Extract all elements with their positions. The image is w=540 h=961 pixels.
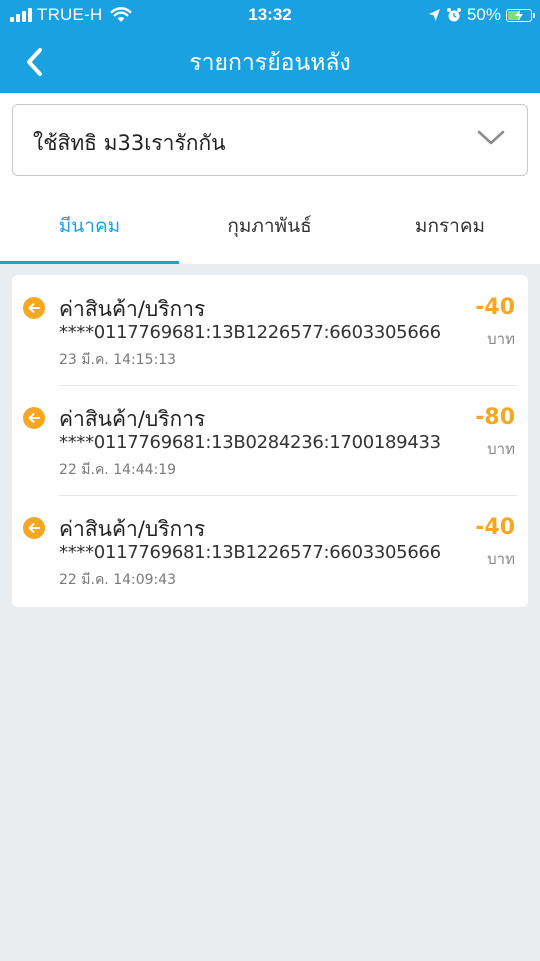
tab-january[interactable]: มกราคม xyxy=(360,188,540,264)
status-right: 50% xyxy=(428,5,535,25)
transaction-datetime: 22 มี.ค. 14:44:19 xyxy=(59,462,177,478)
location-icon xyxy=(428,9,440,21)
transaction-item[interactable]: ค่าสินค้า/บริการ ****0117769681:13B02842… xyxy=(12,385,528,495)
transaction-unit: บาท xyxy=(487,440,515,458)
transaction-list: ค่าสินค้า/บริการ ****0117769681:13B12265… xyxy=(12,275,528,607)
nav-bar: รายการย้อนหลัง xyxy=(0,30,540,93)
transaction-amount: -80 xyxy=(475,405,515,430)
battery-percent: 50% xyxy=(466,5,501,24)
arrow-left-circle-icon xyxy=(23,517,45,539)
status-bar: TRUE-H 13:32 50% xyxy=(0,0,540,30)
alarm-icon xyxy=(446,8,461,22)
privilege-select[interactable]: ใช้สิทธิ ม33เรารักกัน xyxy=(12,104,528,176)
transaction-unit: บาท xyxy=(487,550,515,568)
arrow-left-circle-icon xyxy=(23,297,45,319)
page-title: รายการย้อนหลัง xyxy=(189,50,351,76)
transaction-item[interactable]: ค่าสินค้า/บริการ ****0117769681:13B12265… xyxy=(12,275,528,385)
transaction-amount: -40 xyxy=(475,295,515,320)
filter-area: ใช้สิทธิ ม33เรารักกัน มีนาคม กุมภาพันธ์ … xyxy=(0,93,540,264)
transaction-reference: ****0117769681:13B1226577:6603305666 xyxy=(59,542,441,563)
tab-march[interactable]: มีนาคม xyxy=(0,188,179,264)
transaction-reference: ****0117769681:13B0284236:1700189433 xyxy=(59,432,441,453)
transaction-datetime: 23 มี.ค. 14:15:13 xyxy=(59,352,177,368)
transaction-item[interactable]: ค่าสินค้า/บริการ ****0117769681:13B12265… xyxy=(12,495,528,605)
active-tab-indicator xyxy=(0,261,179,264)
transaction-amount: -40 xyxy=(475,515,515,540)
privilege-select-value: ใช้สิทธิ ม33เรารักกัน xyxy=(33,131,226,155)
battery-charging-icon xyxy=(506,8,535,22)
transaction-reference: ****0117769681:13B1226577:6603305666 xyxy=(59,322,441,343)
transaction-unit: บาท xyxy=(487,330,515,348)
arrow-left-circle-icon xyxy=(23,407,45,429)
transaction-datetime: 22 มี.ค. 14:09:43 xyxy=(59,572,177,588)
tab-february[interactable]: กุมภาพันธ์ xyxy=(179,188,360,264)
month-tabs: มีนาคม กุมภาพันธ์ มกราคม xyxy=(0,188,540,264)
chevron-down-icon xyxy=(477,130,505,145)
